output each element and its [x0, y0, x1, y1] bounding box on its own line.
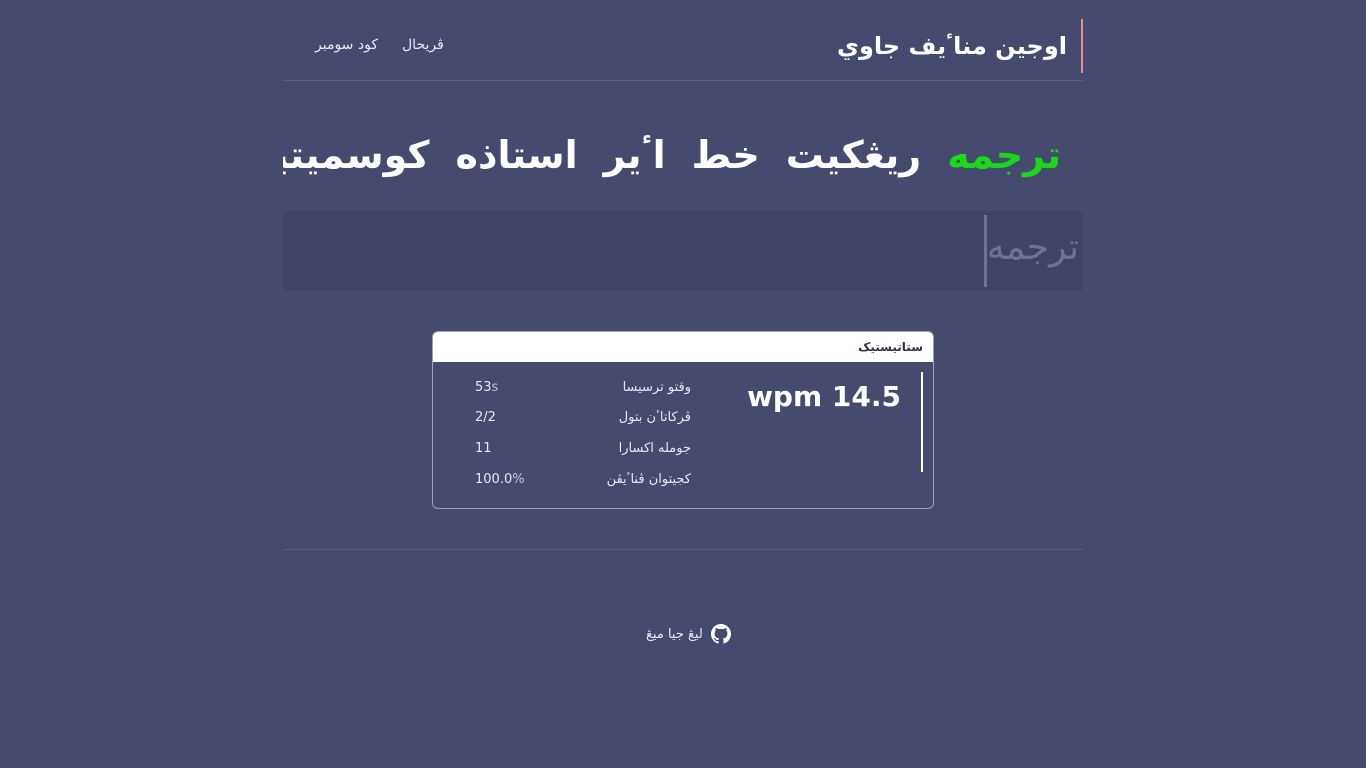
- current-word: ترجمه: [947, 133, 1061, 177]
- prompt-word: اٴير: [603, 133, 666, 177]
- prompt-word: کوسميتيک: [283, 133, 430, 177]
- wpm-number: 14.5: [831, 380, 901, 413]
- wpm-value: wpm 14.5: [747, 380, 901, 413]
- stats-title: ستاتيستيک: [433, 332, 933, 362]
- stat-label: کجيتوان ڤناٴيڤن: [606, 472, 691, 487]
- typing-input[interactable]: ترجمه: [283, 211, 1083, 291]
- stat-row-accuracy: کجيتوان ڤناٴيڤن 100.0%: [475, 472, 691, 492]
- text-caret: [984, 215, 987, 287]
- word-list: ترجمهريڠکيتخطاٴيراستاذهکوسميتيکء: [283, 122, 1061, 188]
- nav-link-source-code[interactable]: كود سومبر: [315, 37, 378, 53]
- wpm-block: wpm 14.5: [747, 372, 923, 472]
- prompt-word: خط: [691, 133, 760, 177]
- main-nav: ڤريحال كود سومبر: [315, 37, 444, 53]
- stat-label: وقتو ترسيسا: [622, 380, 691, 395]
- github-link[interactable]: ليڠ جيا ميڠ: [646, 624, 731, 644]
- stat-value: 53s: [475, 380, 499, 395]
- github-icon: [710, 624, 731, 644]
- wpm-unit: wpm: [747, 380, 823, 413]
- footer-divider: [283, 549, 1083, 550]
- github-link-label: ليڠ جيا ميڠ: [646, 626, 703, 642]
- prompt-word: ريڠکيت: [785, 133, 922, 177]
- typed-text: ترجمه: [986, 227, 1079, 268]
- stat-label: ڤرکاتاٴن بتول: [618, 410, 691, 425]
- header-divider: [283, 80, 1083, 81]
- site-header: اوجين مناٴيف جاوي ڤريحال كود سومبر: [283, 19, 1083, 74]
- stat-value: 100.0%: [475, 472, 525, 487]
- word-prompt: ترجمهريڠکيتخطاٴيراستاذهکوسميتيکء: [283, 122, 1083, 188]
- stat-value: 2/2: [475, 410, 496, 425]
- stat-row-correct-words: ڤرکاتاٴن بتول 2/2: [475, 410, 691, 430]
- stat-row-characters: جوملە اکسارا 11: [475, 441, 691, 461]
- stat-label: جوملە اکسارا: [618, 441, 691, 456]
- stat-value: 11: [475, 441, 492, 456]
- nav-link-about[interactable]: ڤريحال: [402, 37, 444, 53]
- stats-card: ستاتيستيک wpm 14.5 وقتو ترسيسا 53s ڤرکات…: [432, 331, 934, 509]
- prompt-word: استاذه: [455, 133, 578, 177]
- stat-row-time: وقتو ترسيسا 53s: [475, 380, 691, 400]
- site-title[interactable]: اوجين مناٴيف جاوي: [837, 19, 1083, 73]
